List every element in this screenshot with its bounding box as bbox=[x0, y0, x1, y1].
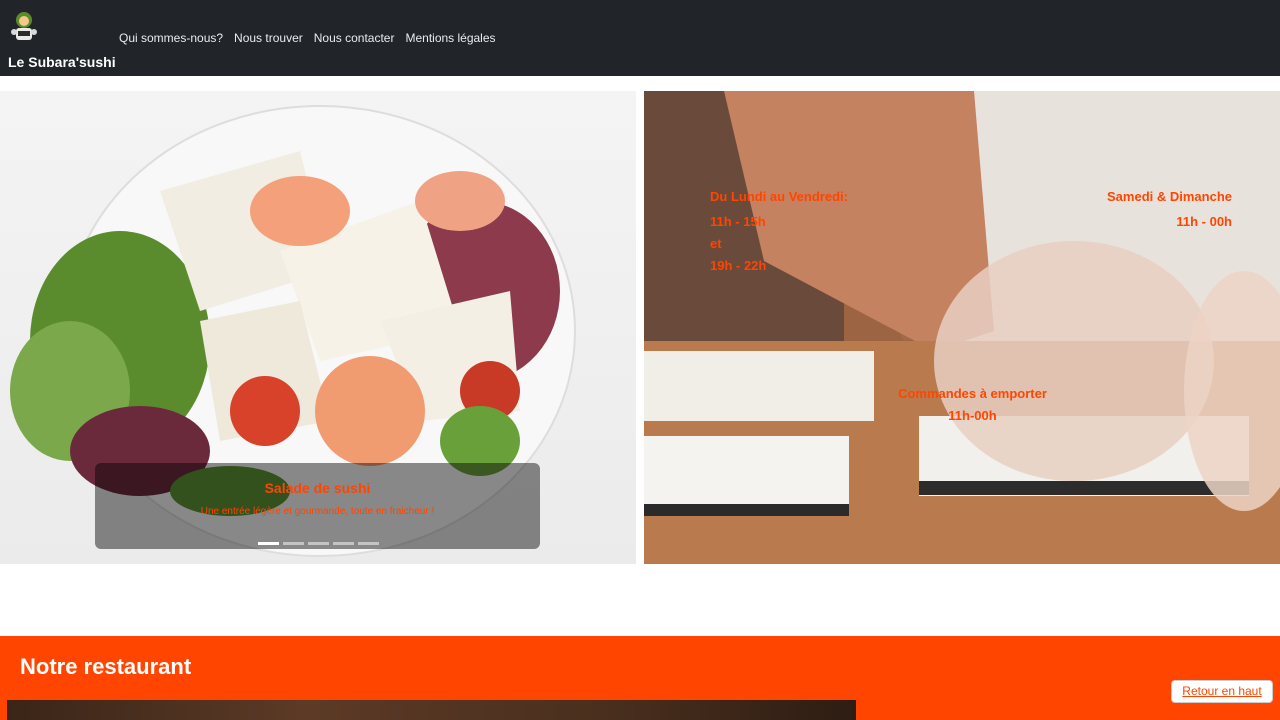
section-title: Notre restaurant bbox=[20, 654, 192, 679]
navbar: Le Subara'sushi Qui sommes-nous? Nous tr… bbox=[0, 0, 1280, 76]
weekend-hours: 11h - 00h bbox=[1176, 214, 1232, 229]
sushi-chef-logo-icon bbox=[11, 12, 37, 40]
nav-link-nous-contacter[interactable]: Nous contacter bbox=[314, 31, 395, 45]
caption-title: Salade de sushi bbox=[264, 480, 371, 496]
sushi-making-image bbox=[644, 91, 1280, 564]
back-to-top-button[interactable]: Retour en haut bbox=[1171, 680, 1273, 703]
restaurant-section: Notre restaurant bbox=[0, 636, 1280, 720]
takeaway-label: Commandes à emporter bbox=[898, 386, 1047, 401]
nav-links: Qui sommes-nous? Nous trouver Nous conta… bbox=[119, 31, 496, 45]
carousel-indicator[interactable] bbox=[258, 542, 279, 545]
weekday-label: Du Lundi au Vendredi: bbox=[710, 189, 848, 204]
nav-link-qui-sommes-nous[interactable]: Qui sommes-nous? bbox=[119, 31, 223, 45]
nav-link-mentions-legales[interactable]: Mentions légales bbox=[405, 31, 495, 45]
restaurant-image bbox=[7, 700, 856, 720]
weekend-label: Samedi & Dimanche bbox=[1107, 189, 1232, 204]
carousel[interactable]: Salade de sushi Une entrée légère et gou… bbox=[0, 91, 636, 564]
weekday-evening-hours: 19h - 22h bbox=[710, 258, 767, 273]
carousel-indicators bbox=[258, 542, 379, 545]
carousel-indicator[interactable] bbox=[358, 542, 379, 545]
carousel-caption: Salade de sushi Une entrée légère et gou… bbox=[95, 463, 540, 549]
carousel-indicator[interactable] bbox=[283, 542, 304, 545]
nav-link-nous-trouver[interactable]: Nous trouver bbox=[234, 31, 303, 45]
carousel-indicator[interactable] bbox=[333, 542, 354, 545]
opening-hours-panel: Du Lundi au Vendredi: 11h - 15h et 19h -… bbox=[644, 91, 1280, 564]
brand-name[interactable]: Le Subara'sushi bbox=[8, 54, 116, 70]
weekday-and: et bbox=[710, 236, 722, 251]
caption-text: Une entrée légère et gourmande, toute en… bbox=[200, 506, 435, 517]
carousel-indicator[interactable] bbox=[308, 542, 329, 545]
brand-link[interactable]: Le Subara'sushi bbox=[7, 8, 116, 70]
takeaway-hours: 11h-00h bbox=[948, 408, 997, 423]
weekday-morning-hours: 11h - 15h bbox=[710, 214, 766, 229]
